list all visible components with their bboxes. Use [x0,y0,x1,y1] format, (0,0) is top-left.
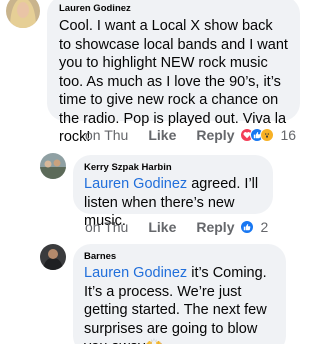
comment-actions: on Thu Like Reply 16 [85,127,296,143]
like-reaction-icon [240,220,255,234]
avatar[interactable] [40,244,66,270]
reactions[interactable] [240,220,255,234]
comment-author[interactable]: Lauren Godinez [59,3,288,14]
comment-timestamp[interactable]: on Thu [85,127,128,143]
reaction-count[interactable]: 16 [280,127,296,143]
like-button[interactable]: Like [148,219,176,235]
reply-button[interactable]: Reply [196,219,234,235]
avatar[interactable] [40,153,66,179]
comment-bubble: Kerry Szpak Harbin Lauren Godinez agreed… [73,155,273,229]
mention-link[interactable]: Lauren Godinez [84,176,187,192]
comment-author[interactable]: Barnes [84,251,275,262]
comment-timestamp[interactable]: on Thu [85,219,128,235]
comment-text: Lauren Godinez it’s Coming. It’s a proce… [84,264,275,344]
reactions[interactable] [240,128,275,142]
comment-actions: on Thu Like Reply 2 [85,219,268,235]
comment-author[interactable]: Kerry Szpak Harbin [84,162,262,173]
raised-hands-emoji: 🙌 [145,339,163,344]
mention-link[interactable]: Lauren Godinez [84,265,187,281]
comment-bubble: Lauren Godinez Cool. I want a Local X sh… [47,0,300,145]
comment-bubble: Barnes Lauren Godinez it’s Coming. It’s … [73,244,286,344]
reaction-count[interactable]: 2 [260,219,268,235]
like-button[interactable]: Like [148,127,176,143]
wow-reaction-icon [260,128,275,142]
reply-button[interactable]: Reply [196,127,234,143]
avatar[interactable] [6,0,40,28]
